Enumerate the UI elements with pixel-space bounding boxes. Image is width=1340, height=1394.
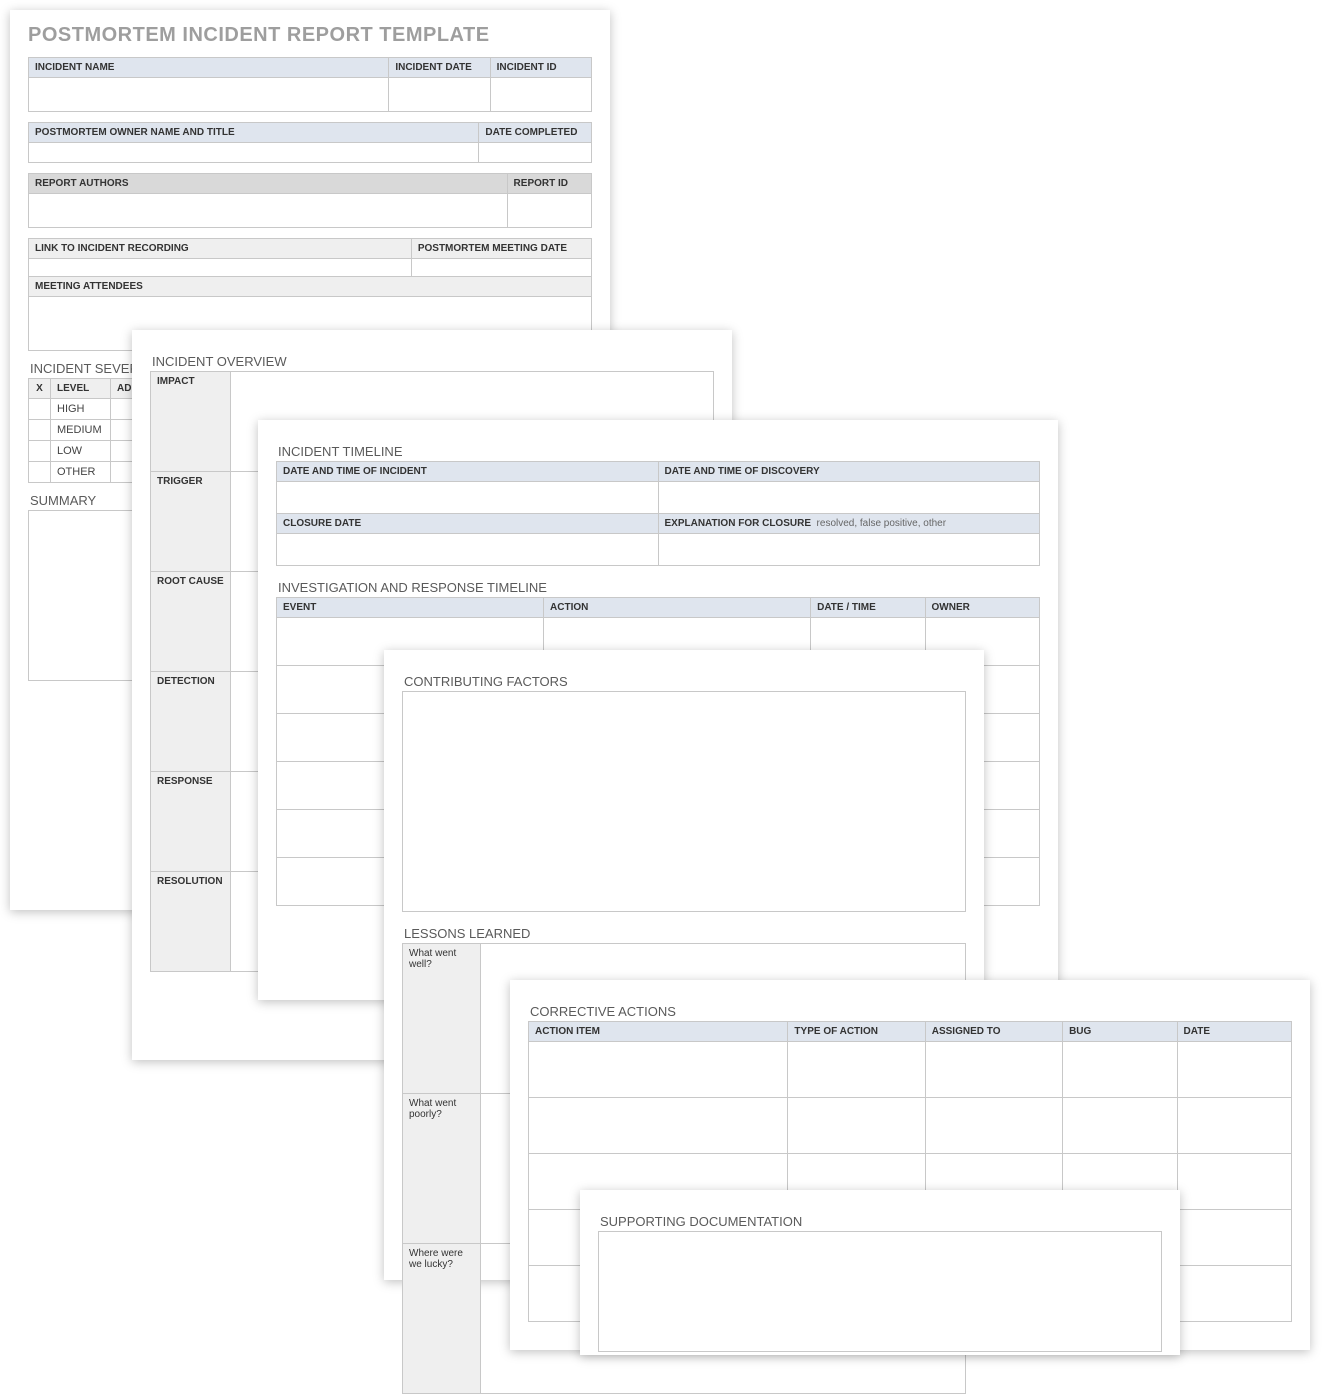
closure-exp-label: EXPLANATION FOR CLOSURE — [665, 518, 811, 529]
col-incident-id: INCIDENT ID — [490, 58, 591, 78]
ca-date[interactable] — [1177, 1154, 1291, 1210]
col-report-authors: REPORT AUTHORS — [29, 174, 508, 194]
row-impact: IMPACT — [151, 372, 231, 472]
incident-name-input[interactable] — [29, 78, 389, 112]
col-assigned: ASSIGNED TO — [925, 1022, 1062, 1042]
table-row: MEDIUM — [29, 420, 149, 441]
sev-x[interactable] — [29, 399, 51, 420]
table-row: OTHER — [29, 462, 149, 483]
col-attendees: MEETING ATTENDEES — [29, 277, 592, 297]
sev-level: MEDIUM — [51, 420, 111, 441]
col-report-id: REPORT ID — [507, 174, 591, 194]
col-date-completed: DATE COMPLETED — [479, 123, 592, 143]
table-row: HIGH — [29, 399, 149, 420]
investigation-title: INVESTIGATION AND RESPONSE TIMELINE — [278, 580, 1040, 595]
incident-id-input[interactable] — [490, 78, 591, 112]
corrective-title: CORRECTIVE ACTIONS — [530, 1004, 1292, 1019]
col-owner: POSTMORTEM OWNER NAME AND TITLE — [29, 123, 479, 143]
incident-date-input[interactable] — [389, 78, 490, 112]
timeline-title: INCIDENT TIMELINE — [278, 444, 1040, 459]
table-row — [529, 1098, 1292, 1154]
col-closure-date: CLOSURE DATE — [277, 514, 659, 534]
ca-assigned[interactable] — [925, 1098, 1062, 1154]
overview-title: INCIDENT OVERVIEW — [152, 354, 714, 369]
owner-input[interactable] — [29, 143, 479, 163]
col-x: X — [29, 379, 51, 399]
col-date: DATE — [1177, 1022, 1291, 1042]
col-action-item: ACTION ITEM — [529, 1022, 788, 1042]
col-incident-name: INCIDENT NAME — [29, 58, 389, 78]
dti-input[interactable] — [277, 482, 659, 514]
col-closure-explanation: EXPLANATION FOR CLOSURE resolved, false … — [658, 514, 1040, 534]
ca-date[interactable] — [1177, 1266, 1291, 1322]
row-went-well: What went well? — [403, 944, 481, 1094]
sev-x[interactable] — [29, 420, 51, 441]
col-meeting-date: POSTMORTEM MEETING DATE — [411, 239, 591, 259]
ca-bug[interactable] — [1063, 1098, 1177, 1154]
sev-level: OTHER — [51, 462, 111, 483]
row-response: RESPONSE — [151, 772, 231, 872]
lessons-title: LESSONS LEARNED — [404, 926, 966, 941]
timeline-table: DATE AND TIME OF INCIDENT DATE AND TIME … — [276, 461, 1040, 566]
support-table — [598, 1231, 1162, 1352]
row-lucky: Where were we lucky? — [403, 1244, 481, 1394]
closure-exp-hint: resolved, false positive, other — [817, 518, 947, 529]
contrib-title: CONTRIBUTING FACTORS — [404, 674, 966, 689]
ca-assigned[interactable] — [925, 1042, 1062, 1098]
link-input[interactable] — [29, 259, 412, 277]
sev-level: HIGH — [51, 399, 111, 420]
dtd-input[interactable] — [658, 482, 1040, 514]
col-owner: OWNER — [925, 598, 1039, 618]
ca-type[interactable] — [788, 1098, 925, 1154]
row-root-cause: ROOT CAUSE — [151, 572, 231, 672]
col-action: ACTION — [544, 598, 811, 618]
severity-table: X LEVEL ADD HIGH MEDIUM LOW OTHER — [28, 378, 149, 483]
col-date-time-discovery: DATE AND TIME OF DISCOVERY — [658, 462, 1040, 482]
col-bug: BUG — [1063, 1022, 1177, 1042]
row-resolution: RESOLUTION — [151, 872, 231, 972]
ca-date[interactable] — [1177, 1210, 1291, 1266]
ca-date[interactable] — [1177, 1098, 1291, 1154]
col-incident-date: INCIDENT DATE — [389, 58, 490, 78]
ca-type[interactable] — [788, 1042, 925, 1098]
col-date-time-incident: DATE AND TIME OF INCIDENT — [277, 462, 659, 482]
report-authors-input[interactable] — [29, 194, 508, 228]
ca-item[interactable] — [529, 1098, 788, 1154]
col-event: EVENT — [277, 598, 544, 618]
contrib-input[interactable] — [403, 692, 966, 912]
date-completed-input[interactable] — [479, 143, 592, 163]
table-row — [529, 1042, 1292, 1098]
closure-date-input[interactable] — [277, 534, 659, 566]
row-detection: DETECTION — [151, 672, 231, 772]
row-trigger: TRIGGER — [151, 472, 231, 572]
report-id-input[interactable] — [507, 194, 591, 228]
col-type: TYPE OF ACTION — [788, 1022, 925, 1042]
support-input[interactable] — [599, 1232, 1162, 1352]
authors-table: REPORT AUTHORS REPORT ID — [28, 173, 592, 228]
meeting-date-input[interactable] — [411, 259, 591, 277]
ca-bug[interactable] — [1063, 1042, 1177, 1098]
col-link: LINK TO INCIDENT RECORDING — [29, 239, 412, 259]
col-dt: DATE / TIME — [811, 598, 925, 618]
sev-level: LOW — [51, 441, 111, 462]
support-title: SUPPORTING DOCUMENTATION — [600, 1214, 1162, 1229]
owner-table: POSTMORTEM OWNER NAME AND TITLE DATE COM… — [28, 122, 592, 163]
sev-x[interactable] — [29, 462, 51, 483]
incident-header-table: INCIDENT NAME INCIDENT DATE INCIDENT ID — [28, 57, 592, 112]
sev-x[interactable] — [29, 441, 51, 462]
ca-date[interactable] — [1177, 1042, 1291, 1098]
closure-exp-input[interactable] — [658, 534, 1040, 566]
page-title: POSTMORTEM INCIDENT REPORT TEMPLATE — [28, 24, 592, 47]
ca-item[interactable] — [529, 1042, 788, 1098]
row-went-poorly: What went poorly? — [403, 1094, 481, 1244]
col-level: LEVEL — [51, 379, 111, 399]
contrib-table — [402, 691, 966, 912]
table-row: LOW — [29, 441, 149, 462]
